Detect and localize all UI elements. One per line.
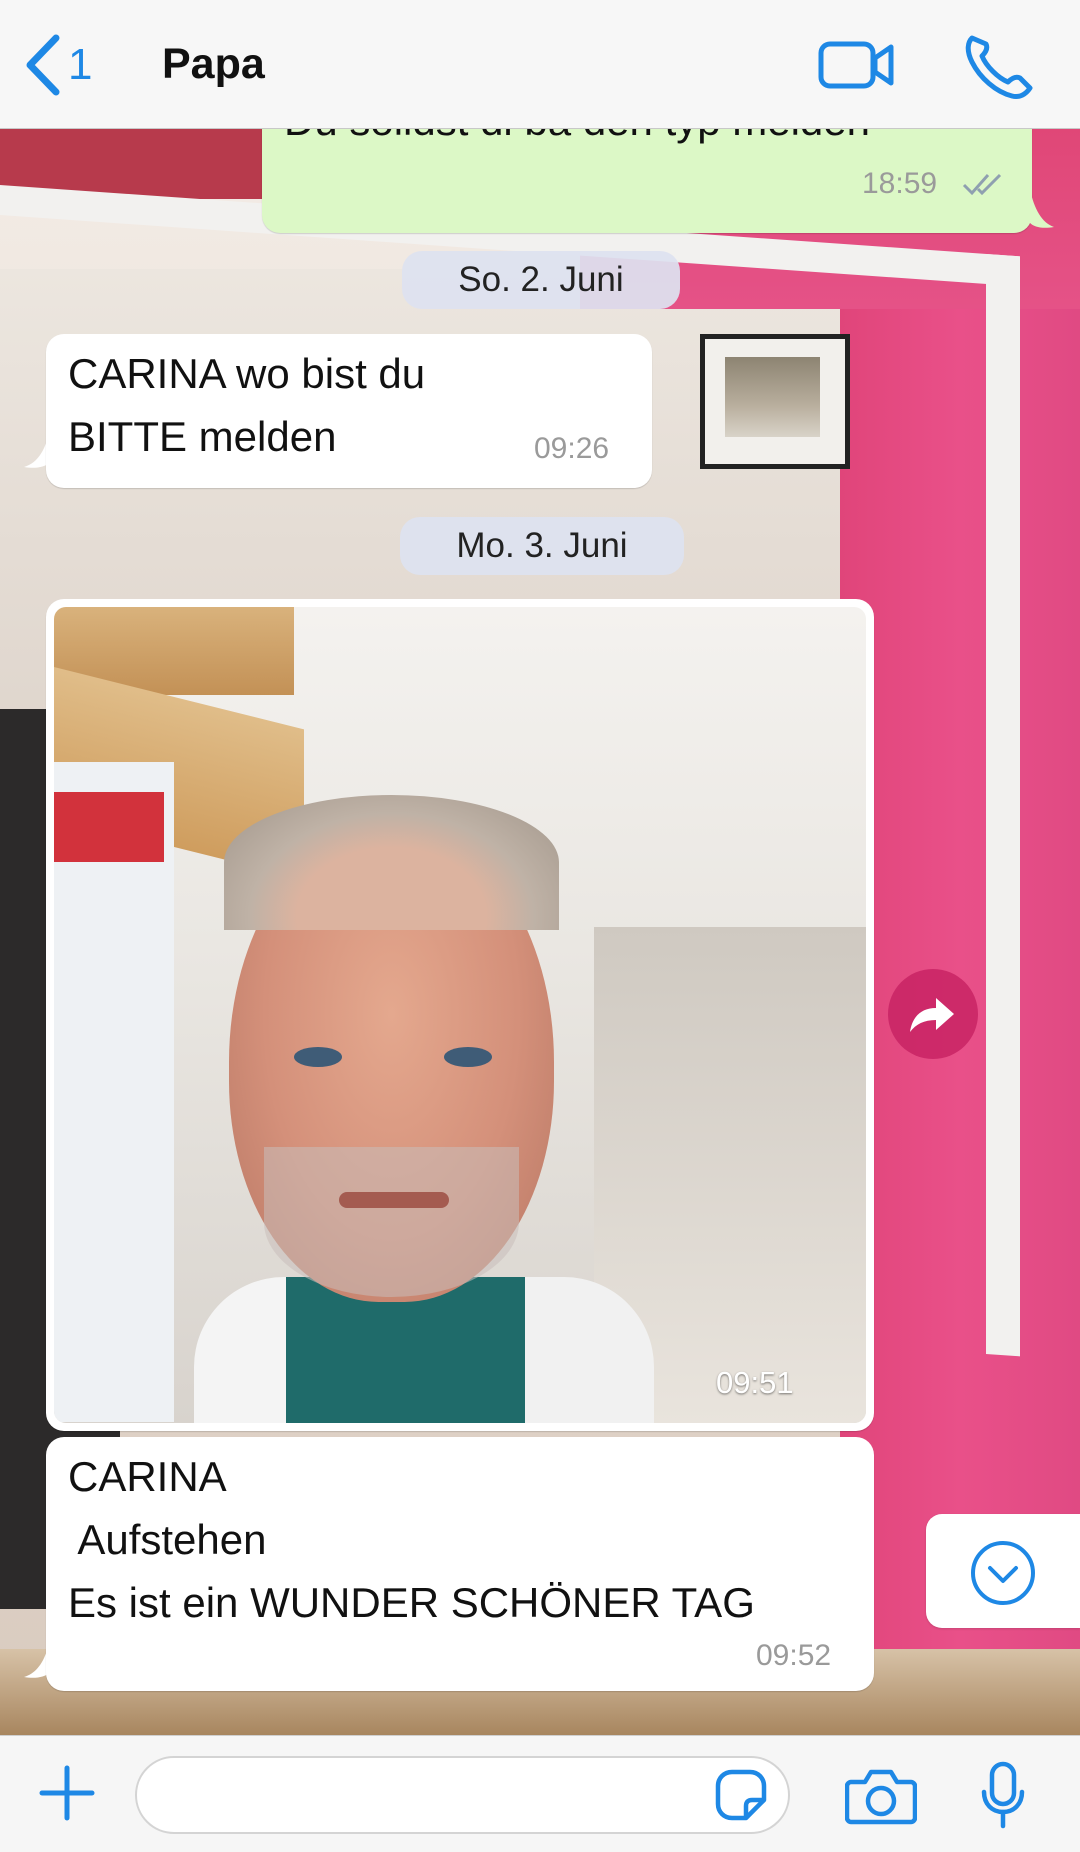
message-text: Du solldst di ba den typ melden xyxy=(284,129,870,152)
message-time: 09:51 xyxy=(716,1365,794,1400)
outgoing-message[interactable]: Du solldst di ba den typ melden 18:59 xyxy=(262,129,1032,233)
message-time: 09:52 xyxy=(756,1639,832,1672)
incoming-photo-message[interactable]: 09:51 xyxy=(46,599,874,1431)
photo-hair xyxy=(224,795,559,930)
bubble-tail xyxy=(1030,189,1054,228)
chevron-down-circle-icon xyxy=(971,1541,1035,1605)
incoming-message[interactable]: CARINA wo bist du BITTE melden 09:26 xyxy=(46,334,652,488)
message-input[interactable] xyxy=(135,1756,790,1834)
unread-count: 1 xyxy=(68,40,93,89)
photo-beard xyxy=(264,1147,519,1297)
camera-icon[interactable] xyxy=(845,1766,917,1826)
forward-icon xyxy=(910,998,954,1032)
video-call-icon[interactable] xyxy=(817,30,897,100)
photo-mouth xyxy=(339,1192,449,1208)
photo-eye xyxy=(444,1047,492,1067)
read-receipt-icon xyxy=(962,173,1002,196)
date-separator: Mo. 3. Juni xyxy=(400,517,684,575)
chevron-left-icon xyxy=(26,34,60,96)
scroll-to-bottom-button[interactable] xyxy=(926,1514,1080,1628)
chat-header: 1 Papa xyxy=(0,0,1080,129)
incoming-message[interactable]: CARINA Aufstehen Es ist ein WUNDER SCHÖN… xyxy=(46,1437,874,1691)
photo[interactable]: 09:51 xyxy=(54,607,866,1423)
date-separator: So. 2. Juni xyxy=(402,251,680,309)
forward-button[interactable] xyxy=(888,969,978,1059)
message-text: CARINA Aufstehen Es ist ein WUNDER SCHÖN… xyxy=(68,1453,755,1626)
input-bar xyxy=(0,1735,1080,1852)
back-button[interactable]: 1 xyxy=(22,30,102,100)
contact-name[interactable]: Papa xyxy=(162,40,265,89)
photo-calendar xyxy=(54,762,174,1422)
photo-eye xyxy=(294,1047,342,1067)
sticker-icon[interactable] xyxy=(712,1766,770,1824)
message-time: 18:59 xyxy=(862,167,938,200)
wallpaper-picture xyxy=(700,334,850,469)
microphone-icon[interactable] xyxy=(978,1760,1028,1830)
message-time: 09:26 xyxy=(534,432,610,465)
phone-call-icon[interactable] xyxy=(960,30,1040,100)
plus-icon[interactable] xyxy=(36,1762,98,1824)
chat-area[interactable]: Du solldst di ba den typ melden 18:59 So… xyxy=(0,129,1080,1735)
message-text: CARINA wo bist du BITTE melden xyxy=(68,350,426,460)
